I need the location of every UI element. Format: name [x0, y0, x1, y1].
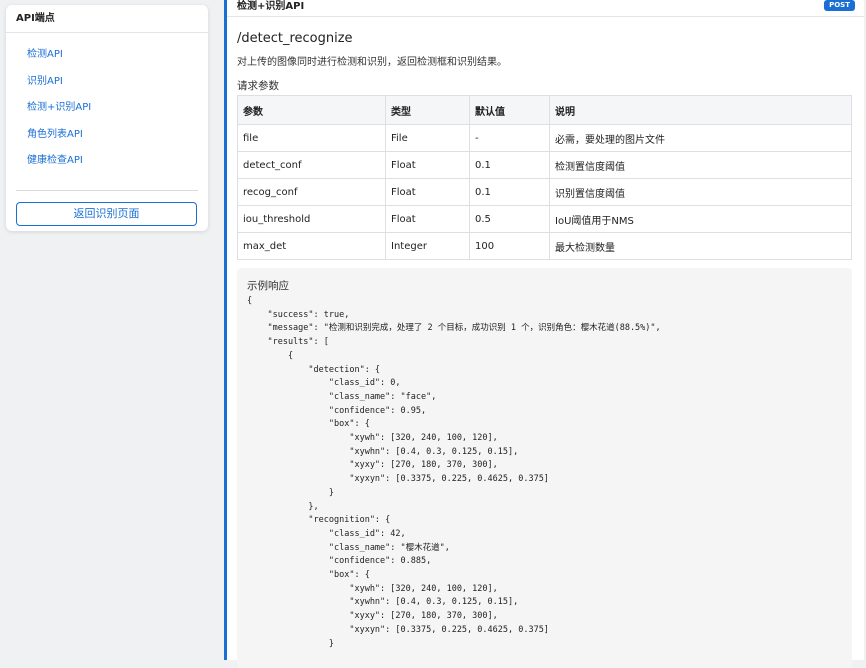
table-cell: 检测置信度阈值	[549, 151, 852, 179]
sidebar-item-detect-api[interactable]: 检测API	[27, 46, 208, 73]
response-code-block[interactable]: { "success": true, "message": "检测和识别完成，处…	[247, 295, 842, 651]
table-cell: 0.1	[469, 178, 550, 206]
table-row: recog_conf Float 0.1 识别置信度阈值	[237, 178, 852, 206]
method-badge: POST	[824, 0, 855, 11]
table-header: 默认值	[469, 95, 550, 125]
table-cell: Integer	[385, 232, 470, 260]
table-row: iou_threshold Float 0.5 IoU阈值用于NMS	[237, 205, 852, 233]
endpoint-description: 对上传的图像同时进行检测和识别，返回检测框和识别结果。	[237, 57, 507, 68]
table-cell: recog_conf	[237, 178, 386, 206]
back-to-recognition-button[interactable]: 返回识别页面	[16, 202, 197, 226]
sidebar-item-recognize-api[interactable]: 识别API	[27, 73, 208, 100]
table-header: 说明	[549, 95, 852, 125]
response-heading: 示例响应	[247, 280, 289, 292]
endpoint-path: /detect_recognize	[237, 31, 353, 46]
table-header-row: 参数 类型 默认值 说明	[237, 95, 852, 125]
table-row: file File - 必需，要处理的图片文件	[237, 124, 852, 152]
api-sidebar: API端点 检测API 识别API 检测+识别API 角色列表API 健康检查A…	[6, 5, 208, 231]
table-cell: detect_conf	[237, 151, 386, 179]
table-cell: Float	[385, 151, 470, 179]
table-cell: iou_threshold	[237, 205, 386, 233]
table-cell: Float	[385, 205, 470, 233]
table-cell: 0.1	[469, 151, 550, 179]
table-cell: 最大检测数量	[549, 232, 852, 260]
table-cell: 识别置信度阈值	[549, 178, 852, 206]
table-header: 参数	[237, 95, 386, 125]
table-cell: File	[385, 124, 470, 152]
endpoint-panel: 检测+识别API POST /detect_recognize 对上传的图像同时…	[224, 0, 864, 668]
endpoint-header: 检测+识别API POST	[227, 0, 864, 17]
sidebar-title: API端点	[6, 5, 208, 33]
table-cell: file	[237, 124, 386, 152]
table-row: detect_conf Float 0.1 检测置信度阈值	[237, 151, 852, 179]
endpoint-nav: 检测API 识别API 检测+识别API 角色列表API 健康检查API	[6, 33, 208, 179]
table-cell: Float	[385, 178, 470, 206]
endpoint-title: 检测+识别API	[237, 1, 305, 12]
params-table: 参数 类型 默认值 说明 file File - 必需，要处理的图片文件 det…	[237, 95, 852, 260]
table-cell: max_det	[237, 232, 386, 260]
example-response-box: 示例响应 { "success": true, "message": "检测和识…	[237, 268, 852, 668]
table-header: 类型	[385, 95, 470, 125]
table-row: max_det Integer 100 最大检测数量	[237, 232, 852, 260]
table-cell: -	[469, 124, 550, 152]
table-cell: 100	[469, 232, 550, 260]
sidebar-divider	[16, 190, 198, 191]
table-cell: 0.5	[469, 205, 550, 233]
table-cell: 必需，要处理的图片文件	[549, 124, 852, 152]
sidebar-item-character-list-api[interactable]: 角色列表API	[27, 126, 208, 153]
table-cell: IoU阈值用于NMS	[549, 205, 852, 233]
sidebar-item-health-check-api[interactable]: 健康检查API	[27, 152, 208, 179]
sidebar-item-detect-recognize-api[interactable]: 检测+识别API	[27, 99, 208, 126]
params-heading: 请求参数	[237, 80, 279, 92]
